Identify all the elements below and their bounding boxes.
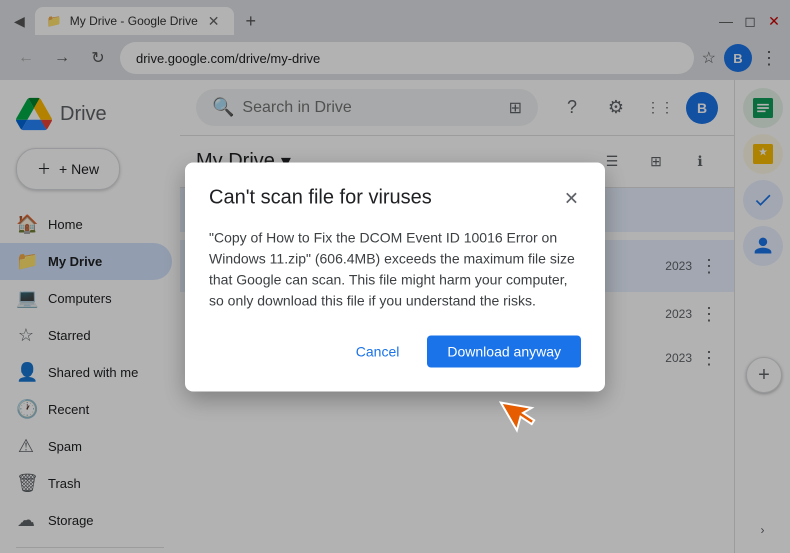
download-anyway-button[interactable]: Download anyway [427, 335, 581, 367]
virus-scan-dialog: Can't scan file for viruses ✕ "Copy of H… [185, 162, 605, 391]
cancel-button[interactable]: Cancel [340, 335, 416, 367]
dialog-actions: Cancel Download anyway [209, 335, 581, 367]
dialog-body: "Copy of How to Fix the DCOM Event ID 10… [209, 227, 581, 311]
dialog-title: Can't scan file for viruses [209, 186, 562, 209]
dialog-header: Can't scan file for viruses ✕ [209, 186, 581, 211]
dialog-close-button[interactable]: ✕ [562, 186, 581, 211]
